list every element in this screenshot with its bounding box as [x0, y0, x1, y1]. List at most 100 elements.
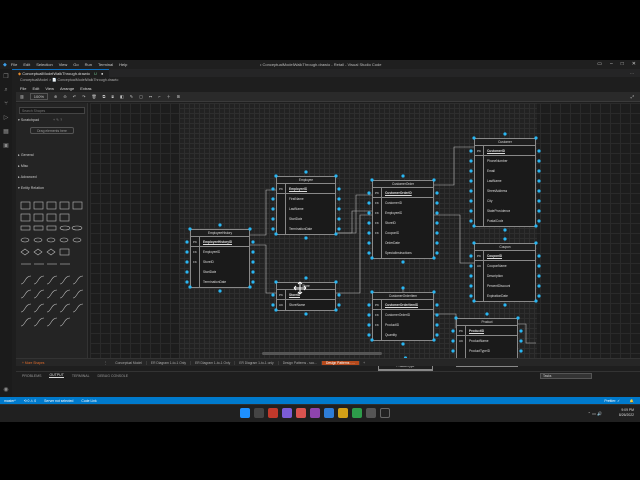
taskbar-terminal-icon[interactable]	[380, 408, 390, 418]
waypoints-icon[interactable]: ⌐	[158, 94, 160, 99]
add-page-icon[interactable]: +	[360, 361, 368, 365]
relationship-line[interactable]	[250, 189, 276, 236]
taskbar-app-gray-icon[interactable]	[366, 408, 376, 418]
explorer-icon[interactable]: ❐	[3, 73, 8, 80]
entity-field-row[interactable]: FirstName	[277, 194, 335, 204]
delete-icon[interactable]: 🗑	[91, 94, 96, 99]
entity-coupon[interactable]: Coupon PK CouponID UK CouponName Description P…	[474, 243, 536, 302]
windows-start-icon[interactable]	[240, 408, 250, 418]
relationship-line[interactable]	[336, 210, 372, 234]
relationship-line[interactable]	[250, 244, 276, 294]
entity-field-row[interactable]: FK CustomerOrderID	[373, 310, 433, 320]
entity-field-row[interactable]: PercentDiscount	[475, 281, 535, 291]
section-general[interactable]: ▸ General	[18, 153, 34, 157]
search-shapes-input[interactable]: Search Shapes	[19, 107, 85, 114]
entity-field-row[interactable]: PK CustomerOrderID	[373, 188, 433, 198]
relationship-line[interactable]	[434, 214, 474, 264]
menu-item-view[interactable]: View	[59, 62, 68, 67]
entity-field-row[interactable]: PK CustomerOrderItemID	[373, 300, 433, 310]
entity-employee[interactable]: Employee PK EmployeeID FirstName LastName Sta…	[276, 176, 336, 235]
taskbar-office-icon[interactable]	[296, 408, 306, 418]
page-tab[interactable]: Conceptual Model	[111, 360, 147, 365]
entity-field-row[interactable]: FK ProductID	[373, 320, 433, 330]
drawio-menu-arrange[interactable]: Arrange	[60, 86, 74, 91]
panel-tab-debug-console[interactable]: DEBUG CONSOLE	[98, 374, 129, 378]
table-icon[interactable]: ⊞	[177, 94, 180, 99]
page-tab[interactable]: ER Diagram 1-to-1 Only	[147, 360, 192, 365]
entity-field-row[interactable]: OrderDate	[373, 238, 433, 248]
panel-tab-output[interactable]: OUTPUT	[49, 373, 64, 378]
line-color-icon[interactable]: ✎	[130, 94, 133, 99]
zoom-select[interactable]: 100%	[29, 93, 49, 100]
entity-field-row[interactable]: FK CouponID	[373, 228, 433, 238]
entity-field-row[interactable]: PK CouponID	[475, 251, 535, 261]
entity-employeehistory[interactable]: EmployeeHistory PK EmployeeHistoryID FK Empl…	[190, 229, 250, 288]
zoom-out-icon[interactable]: ⊖	[63, 94, 66, 99]
entity-field-row[interactable]: UK StoreName	[277, 300, 335, 310]
connection-icon[interactable]: ↦	[149, 94, 152, 99]
entity-field-row[interactable]: LastName	[475, 176, 535, 186]
redo-icon[interactable]: ↷	[82, 94, 85, 99]
entity-customerorderitem[interactable]: CustomerOrderItem PK CustomerOrderItemID FK…	[372, 292, 434, 341]
entity-field-row[interactable]: FK StoreID	[373, 218, 433, 228]
extensions-icon[interactable]: ▦	[3, 128, 9, 135]
entity-field-row[interactable]: SpecialInstructions	[373, 248, 433, 258]
entity-field-row[interactable]: FK CustomerID	[373, 198, 433, 208]
entity-field-row[interactable]: PK EmployeeHistoryID	[191, 237, 249, 247]
page-tab[interactable]: ER Diagram 1-to-1 only	[235, 360, 279, 365]
tasks-select[interactable]: Tasks	[540, 373, 592, 379]
close-button[interactable]: ✕	[632, 61, 636, 67]
scratchpad-tools-icon[interactable]: + ✎ ?	[53, 118, 62, 122]
entity-customerorder[interactable]: CustomerOrder PK CustomerOrderID FK Customer…	[372, 180, 434, 259]
section-misc[interactable]: ▸ Misc	[18, 164, 28, 168]
entity-field-row[interactable]: StartDate	[277, 214, 335, 224]
menu-item-selection[interactable]: Selection	[36, 62, 52, 67]
format-panel-icon[interactable]: ▥	[20, 94, 24, 99]
entity-field-row[interactable]: TerminationDate	[191, 277, 249, 287]
undo-icon[interactable]: ↶	[73, 94, 76, 99]
menu-item-help[interactable]: Help	[119, 62, 127, 67]
taskbar-explorer-icon[interactable]	[338, 408, 348, 418]
source-control-icon[interactable]: ⑂	[4, 101, 8, 107]
entity-field-row[interactable]: PostalCode	[475, 216, 535, 226]
account-icon[interactable]: ◉	[3, 386, 8, 393]
taskbar-teams-icon[interactable]	[282, 408, 292, 418]
minimize-button[interactable]: –	[610, 61, 613, 67]
pages-menu-icon[interactable]: ⋮	[100, 361, 111, 365]
entity-field-row[interactable]: Quantity	[373, 330, 433, 340]
section-advanced[interactable]: ▸ Advanced	[18, 175, 37, 179]
remote-icon[interactable]: ▣	[3, 142, 9, 149]
shadow-icon[interactable]: ▢	[139, 94, 143, 99]
entity-store[interactable]: Store PK StoreID UK StoreName	[276, 282, 336, 311]
debug-icon[interactable]: ▷	[4, 114, 9, 121]
drawio-menu-edit[interactable]: Edit	[32, 86, 39, 91]
drawio-menu-file[interactable]: File	[20, 86, 26, 91]
layout-icon[interactable]: ▭	[597, 61, 602, 67]
entity-field-row[interactable]: PhoneNumber	[475, 156, 535, 166]
entity-field-row[interactable]: LastName	[277, 204, 335, 214]
search-icon[interactable]: ⌕	[4, 87, 7, 94]
status-server[interactable]: Server not selected	[44, 399, 73, 403]
more-shapes-button[interactable]: + More Shapes	[16, 361, 100, 365]
panel-tab-terminal[interactable]: TERMINAL	[72, 374, 90, 378]
entity-field-row[interactable]: FK EmployeeID	[191, 247, 249, 257]
entity-field-row[interactable]: FK EmployeeID	[373, 208, 433, 218]
entity-field-row[interactable]: City	[475, 196, 535, 206]
entity-field-row[interactable]: StateProvidence	[475, 206, 535, 216]
taskbar-visual-studio-icon[interactable]	[310, 408, 320, 418]
notifications-bell-icon[interactable]: 🔔	[630, 399, 634, 403]
entity-field-row[interactable]: ProductTypeID	[457, 346, 517, 356]
entity-field-row[interactable]: ExpirationDate	[475, 291, 535, 301]
breadcrumb[interactable]: ConceptualModel > 📄 ConceptualModelWalkT…	[20, 77, 118, 84]
scratchpad-header[interactable]: ▾ Scratchpad + ✎ ?	[18, 118, 62, 122]
tab-close-icon[interactable]: ●	[101, 71, 103, 76]
relationship-line[interactable]	[336, 214, 372, 294]
taskbar-excel-icon[interactable]	[352, 408, 362, 418]
insert-icon[interactable]: ＋	[167, 94, 171, 100]
system-tray-icons[interactable]: ⌃ ▭ 🔊	[588, 411, 602, 416]
entity-field-row[interactable]: PK ProductID	[457, 326, 517, 336]
entity-field-row[interactable]: PK StoreID	[277, 290, 335, 300]
entity-field-row[interactable]: PK EmployeeID	[277, 184, 335, 194]
entity-field-row[interactable]: FK StoreID	[191, 257, 249, 267]
entity-customer[interactable]: Customer PK CustomerID PhoneNumber Email Last…	[474, 138, 536, 227]
